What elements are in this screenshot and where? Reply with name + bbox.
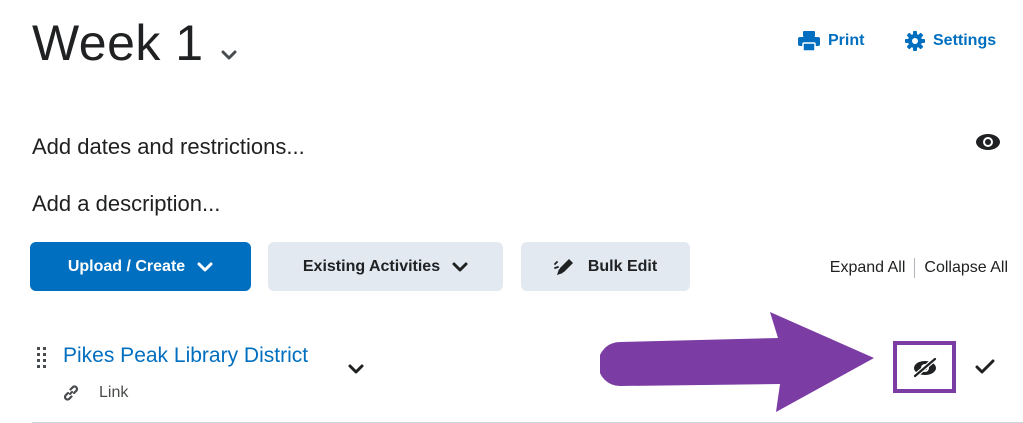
checkmark-icon[interactable] <box>975 359 995 375</box>
settings-button[interactable]: Settings <box>905 31 996 51</box>
add-description-link[interactable]: Add a description... <box>32 191 220 217</box>
eye-icon[interactable] <box>975 133 1001 151</box>
item-type-label: Link <box>99 384 129 401</box>
visibility-toggle-button[interactable] <box>893 341 956 393</box>
drag-handle-icon[interactable] <box>37 347 47 369</box>
print-icon <box>798 31 820 51</box>
existing-activities-label: Existing Activities <box>302 257 441 275</box>
pencil-icon <box>553 258 573 275</box>
chevron-down-icon <box>452 262 468 271</box>
page-title: Week 1 <box>32 15 204 71</box>
add-dates-link[interactable]: Add dates and restrictions... <box>32 134 305 160</box>
chevron-down-icon <box>197 262 213 271</box>
existing-activities-button[interactable]: Existing Activities <box>268 242 503 291</box>
bulk-edit-button[interactable]: Bulk Edit <box>521 242 690 291</box>
annotation-arrow <box>600 312 874 412</box>
collapse-all-link[interactable]: Collapse All <box>924 259 1008 277</box>
expand-collapse-controls: Expand All Collapse All <box>830 258 1008 278</box>
eye-slash-icon <box>912 356 937 378</box>
settings-label: Settings <box>933 32 997 49</box>
upload-create-button[interactable]: Upload / Create <box>30 242 251 291</box>
content-item-title[interactable]: Pikes Peak Library District <box>63 344 308 368</box>
print-button[interactable]: Print <box>798 31 864 51</box>
upload-create-label: Upload / Create <box>67 257 186 275</box>
link-icon <box>63 385 79 401</box>
expand-all-link[interactable]: Expand All <box>830 259 906 277</box>
chevron-down-icon[interactable] <box>345 362 367 378</box>
divider <box>914 258 916 278</box>
bulk-edit-label: Bulk Edit <box>587 257 658 275</box>
chevron-down-icon[interactable] <box>218 44 240 66</box>
gear-icon <box>905 31 925 51</box>
print-label: Print <box>828 32 865 49</box>
